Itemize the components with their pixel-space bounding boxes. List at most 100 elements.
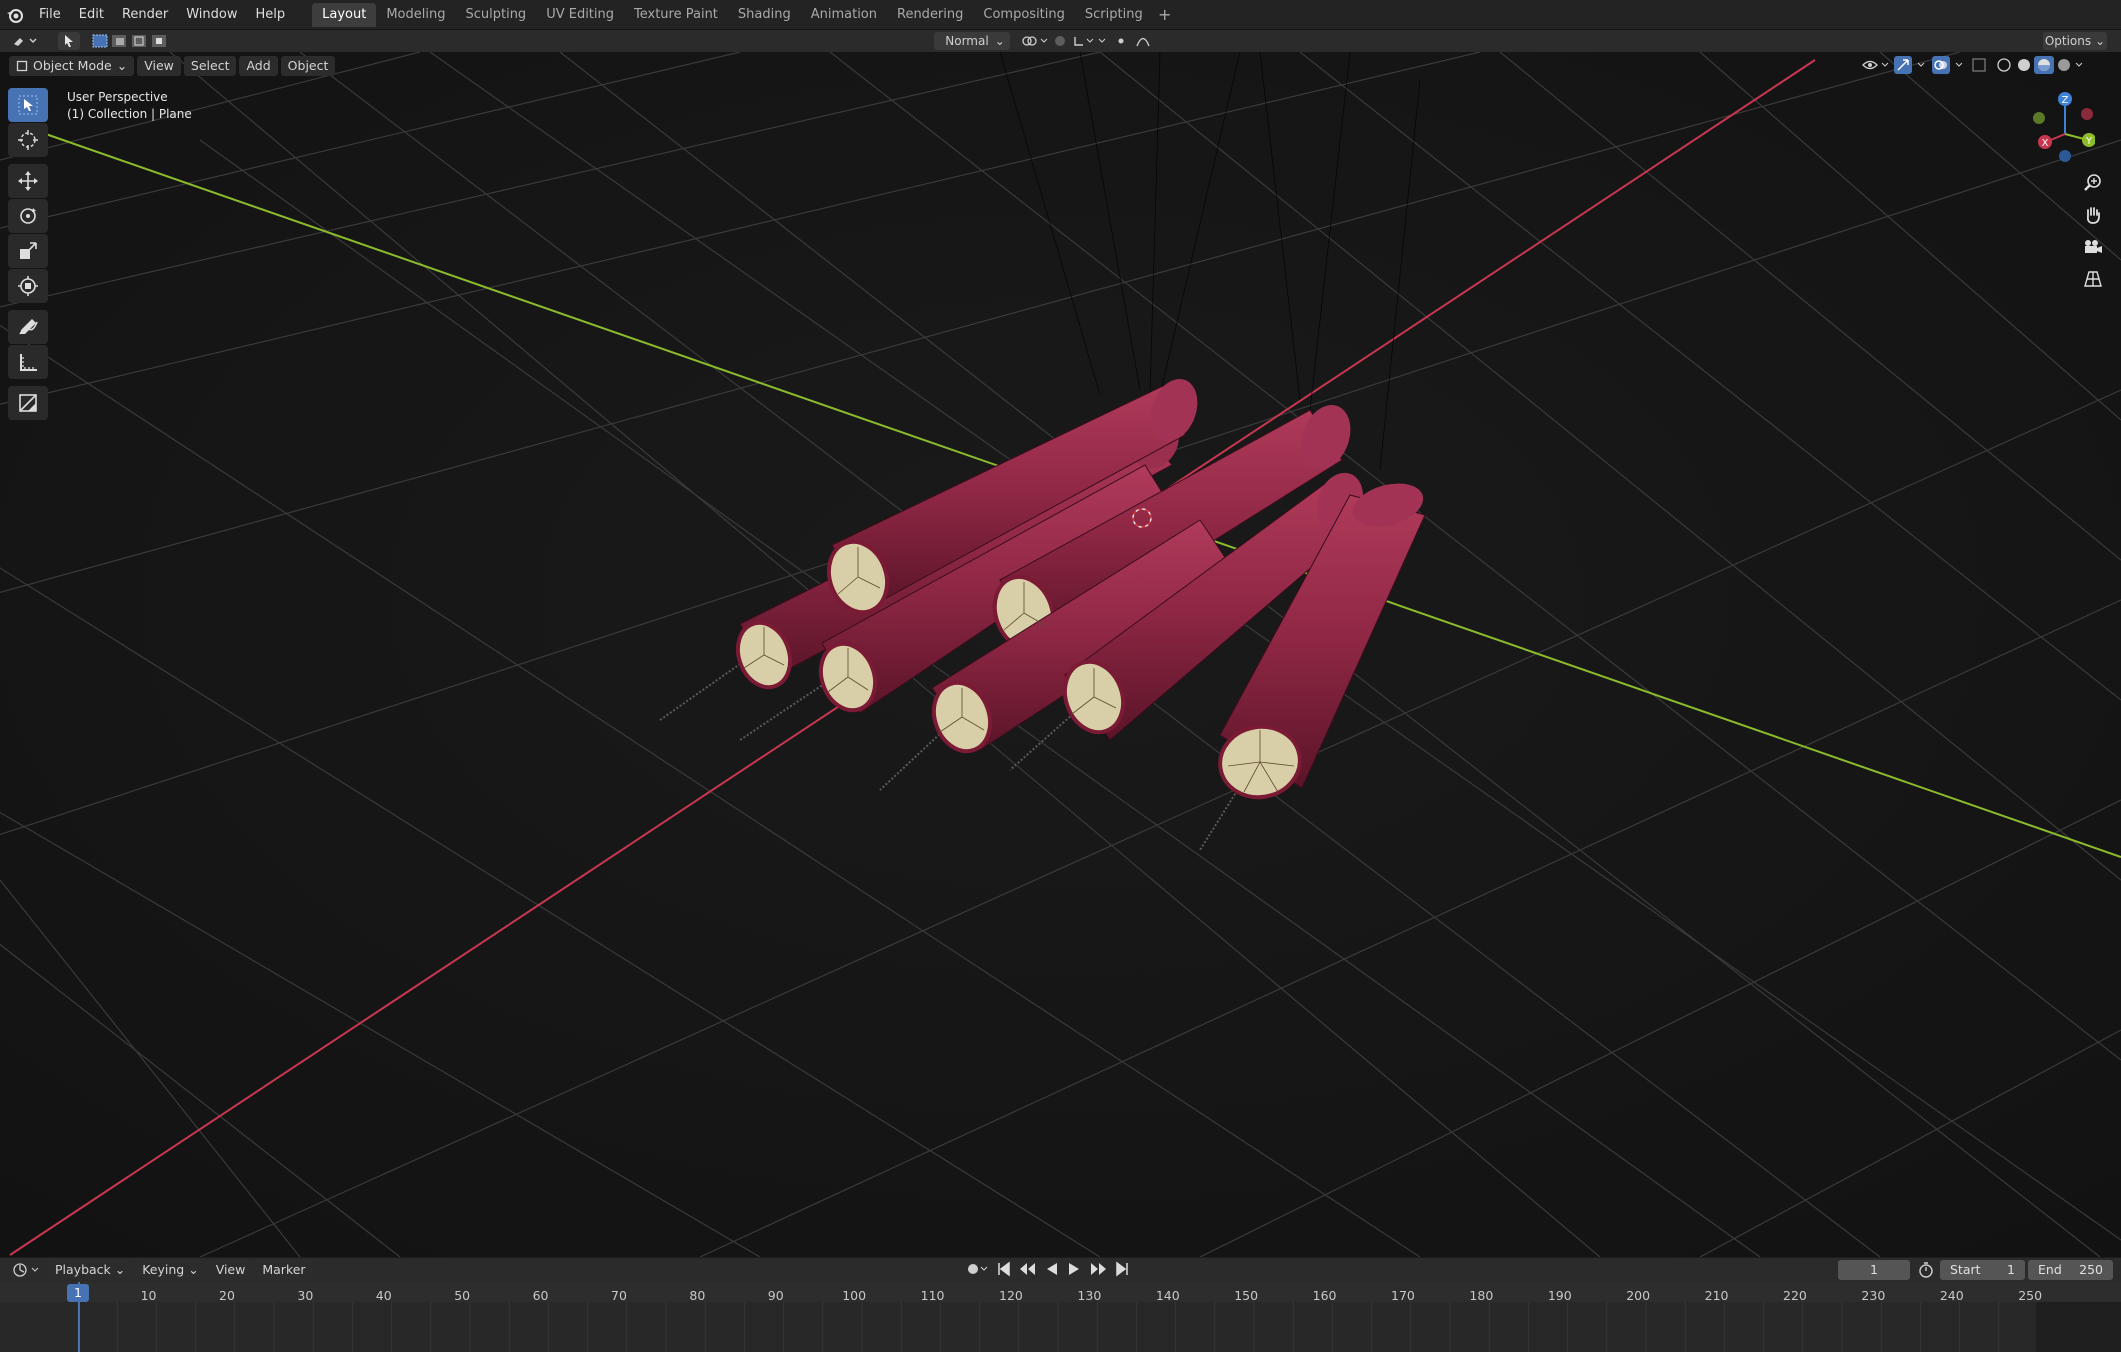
navigation-gizmo[interactable]: Z Y X — [2025, 88, 2096, 172]
timeline-tick-label: 210 — [1704, 1288, 1729, 1303]
cursor-tool-icon[interactable] — [8, 123, 48, 157]
viewport-info-overlay: User Perspective (1) Collection | Plane — [67, 89, 192, 123]
proportional-editing-icon[interactable] — [1110, 32, 1162, 50]
timeline-tick-label: 100 — [842, 1288, 867, 1303]
playback-menu[interactable]: Playback ⌄ — [48, 1260, 133, 1280]
blender-logo-icon[interactable] — [0, 0, 30, 30]
auto-keying-icon[interactable] — [964, 1260, 990, 1278]
select-box-tool-icon[interactable] — [8, 88, 48, 122]
annotate-tool-icon[interactable] — [8, 310, 48, 344]
playhead-frame-badge[interactable]: 1 — [67, 1284, 89, 1302]
marker-menu[interactable]: Marker — [255, 1260, 313, 1280]
playback-label: Playback — [55, 1262, 111, 1277]
tool-shelf — [8, 88, 48, 421]
timeline-tick-label: 240 — [1939, 1288, 1964, 1303]
timeline-tick-label: 70 — [611, 1288, 627, 1303]
visibility-icon[interactable] — [1860, 56, 1890, 74]
object-mode-label: Object Mode — [33, 58, 112, 73]
timeline-area[interactable]: 10 20 30 40 50 60 70 80 90 100 110 120 130 140 150 160 1… — [0, 1282, 2121, 1352]
shading-mode-icons[interactable] — [1994, 56, 2090, 74]
overlay-toggle-icon[interactable] — [1932, 56, 1966, 74]
gizmo-toggle-icon[interactable] — [1894, 56, 1928, 74]
rotate-tool-icon[interactable] — [8, 199, 48, 233]
timeline-header: Playback ⌄ Keying ⌄ View Marker 1 Start … — [0, 1258, 2121, 1282]
menu-add[interactable]: Add — [239, 56, 278, 76]
timeline-tick-label: 60 — [532, 1288, 549, 1303]
3d-viewport[interactable] — [0, 52, 2121, 1257]
transform-tool-icon[interactable] — [8, 269, 48, 303]
gizmo-z-label: Z — [2062, 95, 2069, 106]
stopwatch-icon[interactable] — [1918, 1262, 1934, 1278]
timeline-tick-label: 250 — [2018, 1288, 2043, 1303]
select-tool-icon[interactable] — [58, 32, 80, 50]
tab-modeling[interactable]: Modeling — [376, 3, 455, 27]
selection-mode-icons[interactable] — [90, 32, 174, 50]
object-mode-dropdown[interactable]: Object Mode ⌄ — [9, 56, 135, 76]
editor-type-icon[interactable] — [8, 32, 42, 50]
end-frame-value: 250 — [2079, 1262, 2103, 1277]
timeline-editor-type-icon[interactable] — [10, 1261, 44, 1279]
add-workspace-button[interactable]: + — [1153, 5, 1177, 24]
add-cube-tool-icon[interactable] — [8, 386, 48, 420]
timeline-view-menu[interactable]: View — [208, 1260, 253, 1280]
tab-layout[interactable]: Layout — [312, 2, 377, 27]
jump-start-icon[interactable] — [996, 1260, 1012, 1278]
menu-object[interactable]: Object — [280, 56, 336, 76]
pivot-point-icon[interactable] — [1016, 32, 1052, 50]
options-label: Options — [2044, 34, 2092, 48]
menu-file[interactable]: File — [30, 0, 70, 30]
transform-orientation-dropdown[interactable]: Normal ⌄ — [934, 32, 1010, 50]
camera-view-icon[interactable] — [2078, 232, 2108, 262]
next-keyframe-icon[interactable] — [1088, 1260, 1108, 1278]
timeline-tick-label: 160 — [1312, 1288, 1337, 1303]
tab-animation[interactable]: Animation — [801, 3, 887, 27]
tool-header: Normal ⌄ Options ⌄ — [0, 30, 2121, 52]
tab-scripting[interactable]: Scripting — [1075, 3, 1153, 27]
scale-tool-icon[interactable] — [8, 234, 48, 268]
viewport-header: Object Mode ⌄ View Select Add Object — [0, 54, 2121, 78]
timeline-tick-label: 180 — [1469, 1288, 1494, 1303]
navigation-tools — [2078, 168, 2108, 296]
tab-shading[interactable]: Shading — [728, 3, 801, 27]
play-reverse-icon[interactable] — [1044, 1260, 1060, 1278]
timeline-tick-label: 50 — [454, 1288, 471, 1303]
perspective-grid-icon[interactable] — [2078, 264, 2108, 294]
timeline-tick-label: 140 — [1155, 1288, 1180, 1303]
prev-keyframe-icon[interactable] — [1018, 1260, 1038, 1278]
gizmo-neg-x[interactable] — [2081, 108, 2093, 120]
snapping-icon[interactable] — [1052, 32, 1108, 50]
tab-compositing[interactable]: Compositing — [973, 3, 1075, 27]
tab-sculpting[interactable]: Sculpting — [455, 3, 536, 27]
chevron-down-icon: ⌄ — [2095, 34, 2106, 48]
jump-end-icon[interactable] — [1114, 1260, 1130, 1278]
menu-help[interactable]: Help — [247, 0, 295, 30]
keying-menu[interactable]: Keying ⌄ — [135, 1260, 206, 1280]
timeline-tick-label: 170 — [1391, 1288, 1415, 1303]
gizmo-neg-z[interactable] — [2059, 150, 2071, 162]
gizmo-neg-y[interactable] — [2033, 112, 2045, 124]
start-frame-value: 1 — [2007, 1262, 2015, 1277]
play-icon[interactable] — [1066, 1260, 1082, 1278]
current-frame-field[interactable]: 1 — [1838, 1260, 1910, 1280]
menu-render[interactable]: Render — [113, 0, 177, 30]
options-dropdown[interactable]: Options ⌄ — [2043, 32, 2107, 50]
pan-hand-icon[interactable] — [2078, 200, 2108, 230]
gizmo-x-label: X — [2042, 138, 2049, 149]
active-object-label: (1) Collection | Plane — [67, 107, 192, 121]
measure-tool-icon[interactable] — [8, 345, 48, 379]
workspace-tabs: Layout Modeling Sculpting UV Editing Tex… — [312, 0, 1177, 30]
tab-rendering[interactable]: Rendering — [887, 3, 973, 27]
end-frame-field[interactable]: End 250 — [2028, 1260, 2113, 1280]
start-frame-field[interactable]: Start 1 — [1940, 1260, 2025, 1280]
menu-window[interactable]: Window — [177, 0, 246, 30]
tab-texture-paint[interactable]: Texture Paint — [624, 3, 728, 27]
xray-icon[interactable] — [1970, 56, 1990, 74]
menu-view[interactable]: View — [137, 56, 181, 76]
move-tool-icon[interactable] — [8, 164, 48, 198]
menu-edit[interactable]: Edit — [70, 0, 113, 30]
timeline-tick-label: 150 — [1234, 1288, 1259, 1303]
zoom-icon[interactable] — [2078, 168, 2108, 198]
tab-uv-editing[interactable]: UV Editing — [536, 3, 624, 27]
menu-select[interactable]: Select — [183, 56, 237, 76]
orientation-label: Normal — [945, 34, 989, 48]
